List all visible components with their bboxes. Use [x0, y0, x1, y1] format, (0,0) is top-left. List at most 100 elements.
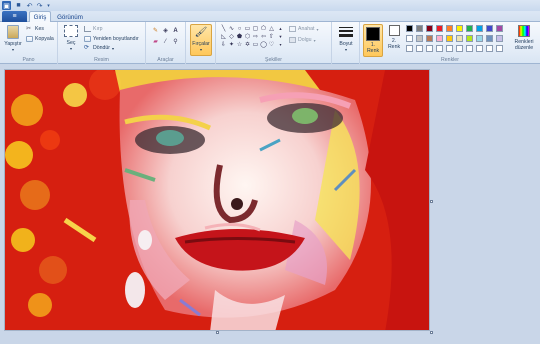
file-menu-button[interactable]: ≡ — [2, 11, 27, 22]
paste-button[interactable]: Yapıştır ▾ — [3, 25, 23, 52]
rotate-button[interactable]: ⟳ Döndür ▾ — [84, 45, 114, 51]
outline-dropdown[interactable]: Anahat ▾ — [289, 26, 318, 32]
polygon-shape-icon[interactable]: ⬠ — [260, 26, 267, 32]
shapes-group-label: Şekiller — [264, 57, 282, 63]
palette-color-swatch[interactable] — [446, 35, 453, 42]
oval-shape-icon[interactable]: ○ — [236, 26, 243, 32]
palette-color-swatch[interactable] — [406, 45, 413, 52]
triangle-shape-icon[interactable]: △ — [268, 26, 275, 32]
palette-color-swatch[interactable] — [416, 25, 423, 32]
size-button[interactable]: Boyut ▾ — [336, 25, 356, 52]
curve-shape-icon[interactable]: ∿ — [228, 26, 235, 32]
palette-color-swatch[interactable] — [476, 45, 483, 52]
resize-button[interactable]: Yeniden boyutlandır — [84, 36, 139, 42]
color1-button[interactable]: 1. Renk — [363, 24, 383, 57]
palette-color-swatch[interactable] — [426, 25, 433, 32]
arrow-up-shape-icon[interactable]: ⇧ — [268, 34, 275, 40]
palette-color-swatch[interactable] — [486, 45, 493, 52]
cut-button[interactable]: ✂ Kes — [26, 26, 44, 32]
color1-label: 1. Renk — [366, 42, 380, 54]
canvas-resize-handle-corner[interactable] — [430, 331, 433, 334]
scissors-icon: ✂ — [26, 26, 32, 32]
palette-color-swatch[interactable] — [426, 45, 433, 52]
crop-button[interactable]: Kırp — [84, 26, 103, 32]
redo-icon[interactable]: ↷ — [35, 1, 44, 10]
line-shape-icon[interactable]: ╲ — [220, 26, 227, 32]
fill-label: Dolgu — [298, 37, 312, 43]
palette-color-swatch[interactable] — [446, 45, 453, 52]
palette-color-swatch[interactable] — [496, 45, 503, 52]
right-triangle-shape-icon[interactable]: ◺ — [220, 34, 227, 40]
arrow-down-shape-icon[interactable]: ⇩ — [220, 42, 227, 48]
drawing-canvas[interactable] — [4, 69, 430, 331]
color1-swatch — [366, 27, 380, 41]
palette-color-swatch[interactable] — [416, 45, 423, 52]
palette-color-swatch[interactable] — [456, 25, 463, 32]
colors-group: 1. Renk 2. Renk Renkleri düzenle Renkler — [360, 22, 540, 64]
color2-button[interactable]: 2. Renk — [386, 25, 402, 50]
palette-color-swatch[interactable] — [446, 25, 453, 32]
six-point-star-shape-icon[interactable]: ✡ — [244, 42, 251, 48]
palette-color-swatch[interactable] — [496, 25, 503, 32]
arrow-right-shape-icon[interactable]: ⇨ — [252, 34, 259, 40]
resize-icon — [84, 36, 91, 42]
rectangle-shape-icon[interactable]: ▭ — [244, 26, 251, 32]
hexagon-shape-icon[interactable]: ⬡ — [244, 34, 251, 40]
canvas-resize-handle-bottom[interactable] — [216, 331, 219, 334]
save-icon[interactable]: ■ — [14, 1, 23, 10]
shapes-expand-icon[interactable]: ▾ — [277, 42, 284, 48]
palette-color-swatch[interactable] — [476, 25, 483, 32]
brushes-group: 🖌 Fırçalar ▾ — [186, 22, 216, 64]
image-group: Seç ▾ Kırp Yeniden boyutlandır ⟳ Döndür … — [58, 22, 146, 64]
app-menu-icon[interactable]: ▣ — [2, 1, 11, 10]
palette-color-swatch[interactable] — [406, 35, 413, 42]
brush-icon: 🖌 — [194, 27, 208, 38]
callout-oval-shape-icon[interactable]: ◯ — [260, 42, 267, 48]
brushes-button[interactable]: 🖌 Fırçalar ▾ — [190, 24, 212, 56]
diamond-shape-icon[interactable]: ◇ — [228, 34, 235, 40]
edit-colors-button[interactable]: Renkleri düzenle — [512, 25, 536, 51]
palette-color-swatch[interactable] — [466, 45, 473, 52]
palette-color-swatch[interactable] — [486, 25, 493, 32]
text-tool-icon[interactable]: A — [172, 28, 179, 34]
arrow-left-shape-icon[interactable]: ⇦ — [260, 34, 267, 40]
color-picker-icon[interactable]: ⁄ — [162, 39, 169, 45]
palette-color-swatch[interactable] — [436, 25, 443, 32]
undo-icon[interactable]: ↶ — [25, 1, 34, 10]
pencil-icon[interactable]: ✎ — [152, 28, 159, 34]
canvas-resize-handle-right[interactable] — [430, 200, 433, 203]
heart-shape-icon[interactable]: ♡ — [268, 42, 275, 48]
chevron-down-icon: ▾ — [112, 45, 115, 51]
palette-color-swatch[interactable] — [436, 45, 443, 52]
customize-quick-access-icon[interactable]: ▾ — [44, 1, 53, 10]
palette-color-swatch[interactable] — [456, 45, 463, 52]
palette-color-swatch[interactable] — [496, 35, 503, 42]
palette-color-swatch[interactable] — [486, 35, 493, 42]
five-point-star-shape-icon[interactable]: ☆ — [236, 42, 243, 48]
palette-color-swatch[interactable] — [406, 25, 413, 32]
copy-button[interactable]: Kopyala — [26, 36, 54, 42]
palette-color-swatch[interactable] — [416, 35, 423, 42]
rounded-rectangle-shape-icon[interactable]: ▢ — [252, 26, 259, 32]
palette-color-swatch[interactable] — [466, 35, 473, 42]
copy-icon — [26, 36, 33, 42]
shapes-scroll-icon[interactable]: ▲ — [277, 26, 284, 32]
paste-icon — [7, 25, 19, 39]
eraser-icon[interactable]: ▰ — [152, 39, 159, 45]
callout-rect-shape-icon[interactable]: ▭ — [252, 42, 259, 48]
fill-bucket-icon[interactable]: ◈ — [162, 28, 169, 34]
magnifier-icon[interactable]: ⚲ — [172, 39, 179, 45]
fill-icon — [289, 37, 296, 43]
pentagon-shape-icon[interactable]: ⬟ — [236, 34, 243, 40]
palette-color-swatch[interactable] — [476, 35, 483, 42]
select-button[interactable]: Seç ▾ — [62, 25, 80, 51]
shapes-group: ╲ ∿ ○ ▭ ▢ ⬠ △ ◺ ◇ ⬟ ⬡ ⇨ ⇦ ⇧ ⇩ ✦ ☆ ✡ ▭ ◯ … — [216, 22, 332, 64]
clipboard-group: Yapıştır ▾ ✂ Kes Kopyala Pano — [0, 22, 58, 64]
fill-dropdown[interactable]: Dolgu ▾ — [289, 37, 316, 43]
palette-color-swatch[interactable] — [426, 35, 433, 42]
palette-color-swatch[interactable] — [466, 25, 473, 32]
palette-color-swatch[interactable] — [436, 35, 443, 42]
palette-color-swatch[interactable] — [456, 35, 463, 42]
four-point-star-shape-icon[interactable]: ✦ — [228, 42, 235, 48]
shapes-scroll-icon[interactable]: ▼ — [277, 34, 284, 40]
